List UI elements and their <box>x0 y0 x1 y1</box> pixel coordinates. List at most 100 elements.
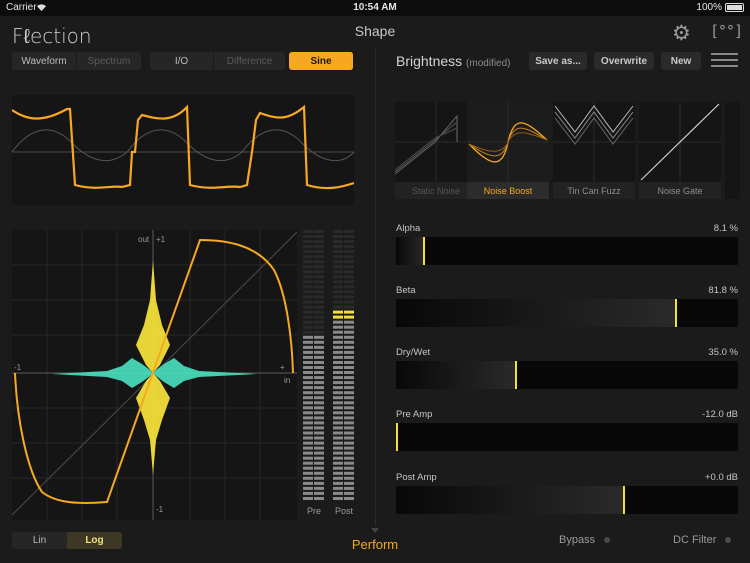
meter-segment <box>303 491 313 495</box>
slider-thumb[interactable] <box>515 361 517 389</box>
post-amp-slider[interactable] <box>396 486 738 514</box>
preset-tile-partial[interactable] <box>725 102 740 199</box>
slider-thumb[interactable] <box>675 299 677 327</box>
meter-segment <box>303 240 313 244</box>
slider-thumb[interactable] <box>396 423 398 451</box>
bypass-toggle[interactable]: Bypass <box>559 534 595 546</box>
dc-filter-toggle[interactable]: DC Filter <box>673 534 716 546</box>
slider-thumb[interactable] <box>423 237 425 265</box>
meter-segment <box>314 456 324 460</box>
meter-segment <box>333 401 343 405</box>
new-button[interactable]: New <box>661 52 701 70</box>
preset-name: Brightness <box>396 53 463 69</box>
noise-gate-thumb <box>639 102 721 182</box>
meter-segment <box>314 406 324 410</box>
meter-segment <box>344 250 354 254</box>
meter-segment <box>344 295 354 299</box>
meter-segment <box>333 335 343 339</box>
alpha-slider[interactable] <box>396 237 738 265</box>
meter-segment <box>303 340 313 344</box>
meter-segment <box>314 371 324 374</box>
preset-tile-label: Tin Can Fuzz <box>553 182 635 199</box>
tab-sine[interactable]: Sine <box>289 52 354 70</box>
meter-segment <box>303 300 313 304</box>
meter-segment <box>303 235 313 238</box>
tab-difference[interactable]: Difference <box>214 52 285 70</box>
meter-segment <box>314 401 324 405</box>
tab-spectrum[interactable]: Spectrum <box>77 52 141 70</box>
meter-segment <box>314 461 324 465</box>
meter-segment <box>344 330 354 334</box>
meter-segment <box>303 391 313 395</box>
meter-segment <box>303 361 313 364</box>
meter-segment <box>344 270 354 274</box>
meter-segment <box>344 280 354 284</box>
pre-meter <box>303 230 324 520</box>
meter-segment <box>303 376 313 380</box>
meter-segment <box>303 355 313 359</box>
meter-segment <box>333 416 343 420</box>
meter-segment <box>303 446 313 450</box>
meter-segment <box>303 411 313 415</box>
meter-segment <box>344 441 354 445</box>
meter-segment <box>333 361 343 364</box>
preset-tile-static-noise[interactable]: Static Noise <box>395 102 477 199</box>
signal-tabs: Sine <box>289 52 354 70</box>
transfer-view-tabs: I/O Difference <box>150 52 285 70</box>
meter-segment <box>344 285 354 289</box>
meter-segment <box>344 355 354 359</box>
meter-segment <box>303 285 313 289</box>
right-tick-label: + <box>280 363 285 372</box>
page-title: Shape <box>354 23 396 39</box>
pre-amp-value: -12.0 dB <box>702 409 738 420</box>
meter-segment <box>333 421 343 425</box>
preset-tile-noise-boost[interactable]: Noise Boost <box>467 102 549 199</box>
meter-segment <box>314 350 324 354</box>
meter-segment <box>333 461 343 465</box>
meter-segment <box>314 325 324 329</box>
transfer-graph: out +1 -1 + in -1 <box>11 230 298 520</box>
save-as-button[interactable]: Save as... <box>529 52 587 70</box>
fullscreen-icon[interactable]: [°°] <box>710 22 743 40</box>
log-button[interactable]: Log <box>67 532 122 549</box>
lin-button[interactable]: Lin <box>12 532 67 549</box>
dry-wet-slider[interactable] <box>396 361 738 389</box>
meter-segment <box>303 396 313 400</box>
meter-segment <box>303 486 313 490</box>
tab-io[interactable]: I/O <box>150 52 214 70</box>
meter-segment <box>344 431 354 435</box>
meter-segment <box>344 300 354 304</box>
slider-thumb[interactable] <box>623 486 625 514</box>
meter-segment <box>344 290 354 294</box>
meter-segment <box>314 275 324 279</box>
tab-waveform[interactable]: Waveform <box>12 52 77 70</box>
preset-tile-noise-gate[interactable]: Noise Gate <box>639 102 721 199</box>
clock: 10:54 AM <box>353 2 397 13</box>
bypass-indicator <box>604 537 610 543</box>
hamburger-icon[interactable] <box>711 52 738 69</box>
preset-tile-label: Noise Boost <box>467 182 549 199</box>
meter-segment <box>314 260 324 264</box>
meter-segment <box>333 295 343 299</box>
meter-segment <box>344 255 354 259</box>
meter-segment <box>344 486 354 490</box>
meter-segment <box>333 406 343 410</box>
meter-segment <box>303 310 313 314</box>
gear-icon[interactable]: ⚙ <box>672 23 691 44</box>
meter-segment <box>314 285 324 289</box>
perform-button[interactable]: Perform <box>330 537 420 552</box>
transfer-plot[interactable]: out +1 -1 + in -1 <box>11 230 298 520</box>
meter-segment <box>314 436 324 440</box>
meter-segment <box>344 340 354 344</box>
overwrite-button[interactable]: Overwrite <box>594 52 654 70</box>
input-sine <box>11 129 355 162</box>
meter-segment <box>314 295 324 299</box>
pre-amp-slider[interactable] <box>396 423 738 451</box>
meter-segment <box>314 376 324 380</box>
meter-segment <box>344 371 354 374</box>
preset-tile-tin-can-fuzz[interactable]: Tin Can Fuzz <box>553 102 635 199</box>
battery-percent: 100% <box>696 2 722 13</box>
beta-label: Beta <box>396 285 416 296</box>
meter-segment <box>303 325 313 329</box>
beta-slider[interactable] <box>396 299 738 327</box>
